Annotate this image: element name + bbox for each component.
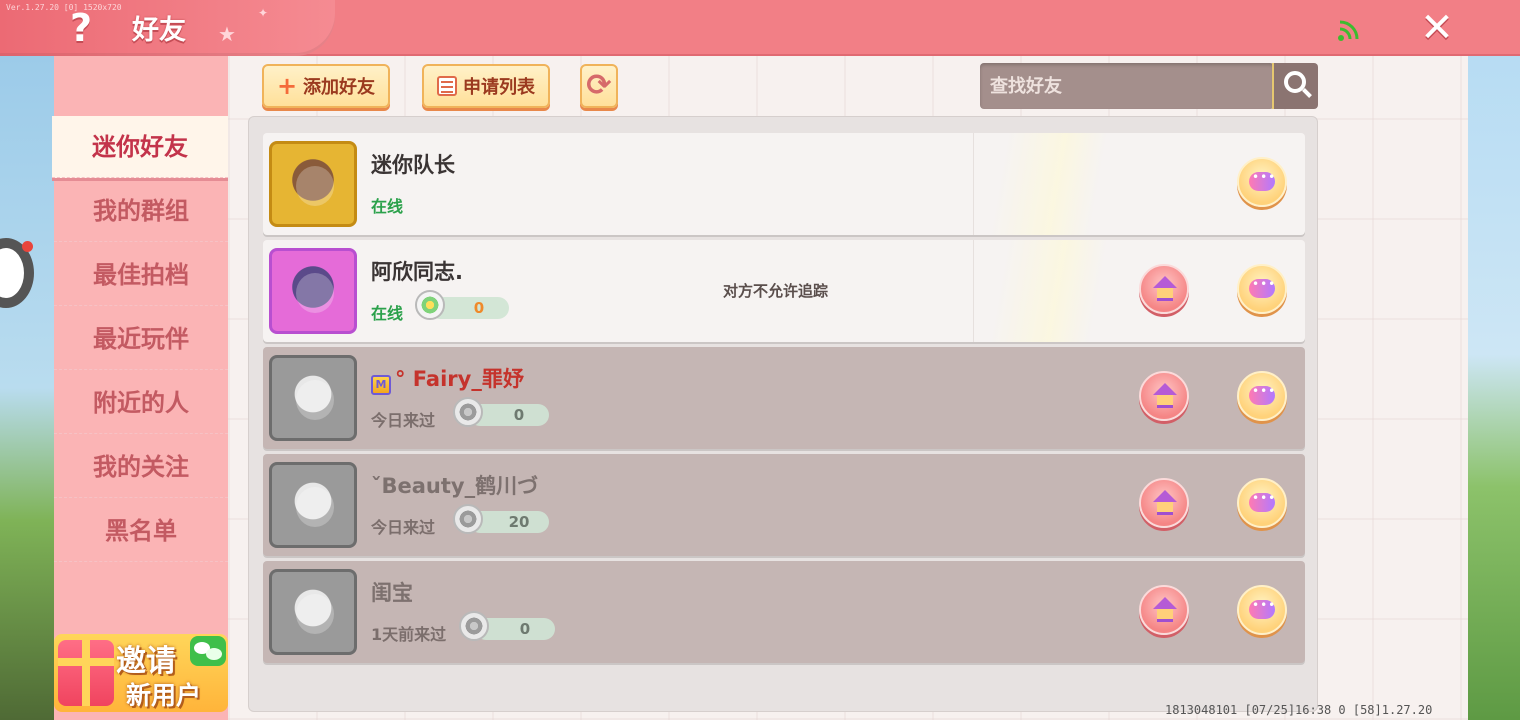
sidebar-item-my-groups[interactable]: 我的群组	[54, 180, 228, 242]
wechat-icon	[190, 636, 226, 666]
close-icon[interactable]: ✕	[1420, 8, 1454, 48]
friend-name: ˇBeauty_鹤川づ	[371, 474, 539, 498]
invite-subtitle: 新用户	[126, 681, 202, 710]
star-decoration-icon: ★	[218, 22, 236, 46]
sidebar-item-mini-friends[interactable]: 迷你好友	[52, 116, 228, 178]
request-list-button[interactable]: 申请列表	[422, 64, 550, 108]
footer-info: 1813048101 [07/25]16:38 0 [58]1.27.20	[1165, 703, 1433, 717]
list-icon	[437, 76, 457, 96]
chat-bubble-icon	[1249, 384, 1276, 405]
friend-row[interactable]: 阿欣同志. 在线 0 对方不允许追踪	[263, 240, 1305, 342]
help-icon[interactable]: ?	[62, 8, 100, 48]
add-friend-button[interactable]: + 添加好友	[262, 64, 390, 108]
signal-icon	[1338, 20, 1359, 41]
chat-button[interactable]	[1237, 478, 1287, 528]
privacy-notice: 对方不允许追踪	[723, 282, 829, 300]
main-content: + 添加好友 申请列表 ⟳ 迷你队长 在线 阿欣同志. 在线 0	[228, 56, 1468, 720]
chat-button[interactable]	[1237, 585, 1287, 635]
request-list-label: 申请列表	[463, 77, 535, 98]
header-bar: Ver.1.27.20 [0] 1520x720 ? 好友 ★ ✦ ✕	[0, 0, 1520, 56]
friend-list: 迷你队长 在线 阿欣同志. 在线 0 对方不允许追踪 M° Fairy_罪妤 今…	[248, 116, 1318, 712]
chat-bubble-icon	[1249, 170, 1276, 191]
sidebar: 迷你好友 我的群组 最佳拍档 最近玩伴 附近的人 我的关注 黑名单 邀请 新用户	[52, 56, 228, 720]
chat-bubble-icon	[1249, 491, 1276, 512]
home-icon	[1153, 276, 1177, 288]
sidebar-item-best-partners[interactable]: 最佳拍档	[54, 244, 228, 306]
refresh-button[interactable]: ⟳	[580, 64, 618, 108]
gift-icon	[58, 640, 114, 706]
header-title-tab: Ver.1.27.20 [0] 1520x720 ? 好友 ★ ✦	[0, 0, 335, 56]
refresh-icon: ⟳	[586, 68, 612, 103]
friend-name: 阿欣同志.	[371, 260, 463, 284]
notification-dot	[22, 241, 33, 252]
chat-button[interactable]	[1237, 371, 1287, 421]
vip-badge-icon: M	[371, 375, 391, 395]
add-friend-label: 添加好友	[303, 77, 376, 98]
background-scenery-left	[0, 56, 54, 720]
plus-icon: +	[276, 72, 298, 100]
friend-name: 迷你队长	[371, 153, 455, 177]
visit-home-button[interactable]	[1139, 478, 1189, 528]
invite-new-user-banner[interactable]: 邀请 新用户	[54, 634, 228, 712]
home-icon	[1153, 490, 1177, 502]
search-box	[980, 63, 1274, 109]
star-decoration-icon: ✦	[258, 6, 269, 20]
avatar[interactable]	[269, 141, 357, 227]
search-input[interactable]	[980, 63, 1272, 109]
avatar[interactable]	[269, 462, 357, 548]
friend-row[interactable]: 闺宝 1天前来过 0	[263, 561, 1305, 663]
visit-home-button[interactable]	[1139, 371, 1189, 421]
friend-status: 在线	[371, 304, 404, 323]
avatar[interactable]	[269, 569, 357, 655]
avatar[interactable]	[269, 355, 357, 441]
background-scenery-right	[1466, 56, 1520, 720]
chat-bubble-icon	[1249, 598, 1276, 619]
sidebar-item-nearby[interactable]: 附近的人	[54, 372, 228, 434]
avatar[interactable]	[269, 248, 357, 334]
flower-icon	[453, 397, 483, 427]
invite-title: 邀请	[116, 644, 176, 679]
friend-status: 今日来过	[371, 518, 436, 537]
friend-row[interactable]: ˇBeauty_鹤川づ 今日来过 20	[263, 454, 1305, 556]
friend-name: 闺宝	[371, 581, 413, 605]
friend-status: 1天前来过	[371, 625, 447, 644]
friend-row[interactable]: 迷你队长 在线	[263, 133, 1305, 235]
flower-icon	[453, 504, 483, 534]
friend-status: 在线	[371, 197, 404, 216]
page-title: 好友	[132, 15, 186, 46]
search-button[interactable]	[1272, 63, 1318, 109]
friend-status: 今日来过	[371, 411, 436, 430]
sidebar-item-following[interactable]: 我的关注	[54, 436, 228, 498]
visit-home-button[interactable]	[1139, 585, 1189, 635]
home-icon	[1153, 597, 1177, 609]
chat-button[interactable]	[1237, 264, 1287, 314]
friend-row[interactable]: M ° Fairy_罪妤 今日来过 0	[263, 347, 1305, 449]
chat-bubble-icon	[1249, 277, 1276, 298]
sidebar-item-recent-players[interactable]: 最近玩伴	[54, 308, 228, 370]
home-icon	[1153, 383, 1177, 395]
flower-icon	[459, 611, 489, 641]
sidebar-item-blacklist[interactable]: 黑名单	[54, 500, 228, 562]
chat-button[interactable]	[1237, 157, 1287, 207]
flower-icon	[415, 290, 445, 320]
friend-name: M ° Fairy_罪妤	[371, 363, 524, 395]
visit-home-button[interactable]	[1139, 264, 1189, 314]
